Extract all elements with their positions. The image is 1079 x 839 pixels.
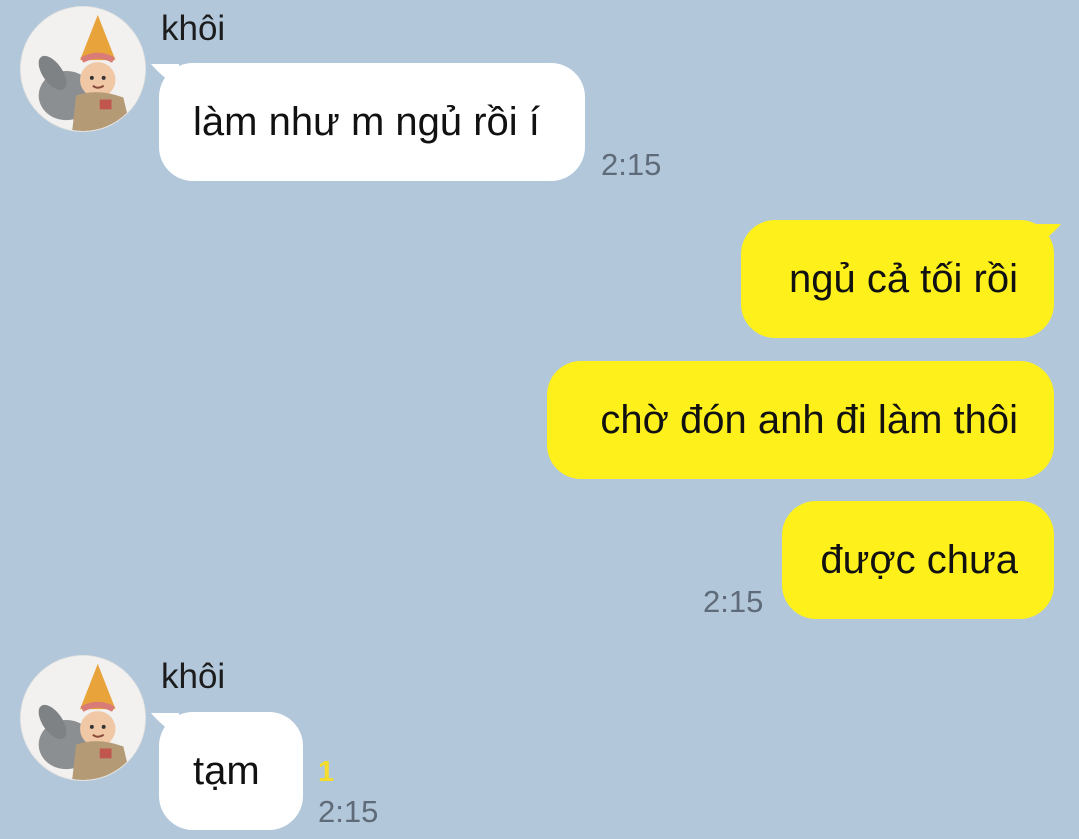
- message-timestamp: 2:15: [601, 147, 662, 182]
- message-timestamp: 2:15: [318, 794, 379, 829]
- message-text: làm như m ngủ rồi í: [193, 99, 540, 144]
- profile-photo-icon: [21, 656, 145, 780]
- profile-photo-icon: [21, 7, 145, 131]
- sender-name: khôi: [161, 657, 226, 696]
- message-bubble[interactable]: được chưa: [782, 501, 1054, 619]
- message-timestamp: 2:15: [703, 584, 764, 619]
- message-text: tạm: [193, 748, 260, 793]
- message-text: được chưa: [820, 537, 1018, 582]
- message-bubble[interactable]: chờ đón anh đi làm thôi: [547, 361, 1054, 479]
- message-text: chờ đón anh đi làm thôi: [600, 397, 1018, 442]
- message-bubble[interactable]: tạm: [159, 712, 303, 830]
- sender-avatar[interactable]: [20, 6, 146, 132]
- unread-count: 1: [318, 756, 335, 788]
- sender-avatar[interactable]: [20, 655, 146, 781]
- message-text: ngủ cả tối rồi: [788, 256, 1018, 301]
- chat-thread: khôi làm như m ngủ rồi í 2:15 ngủ cả tối…: [0, 0, 1079, 839]
- message-bubble[interactable]: ngủ cả tối rồi: [741, 220, 1054, 338]
- message-bubble[interactable]: làm như m ngủ rồi í: [159, 63, 585, 181]
- sender-name: khôi: [161, 9, 226, 48]
